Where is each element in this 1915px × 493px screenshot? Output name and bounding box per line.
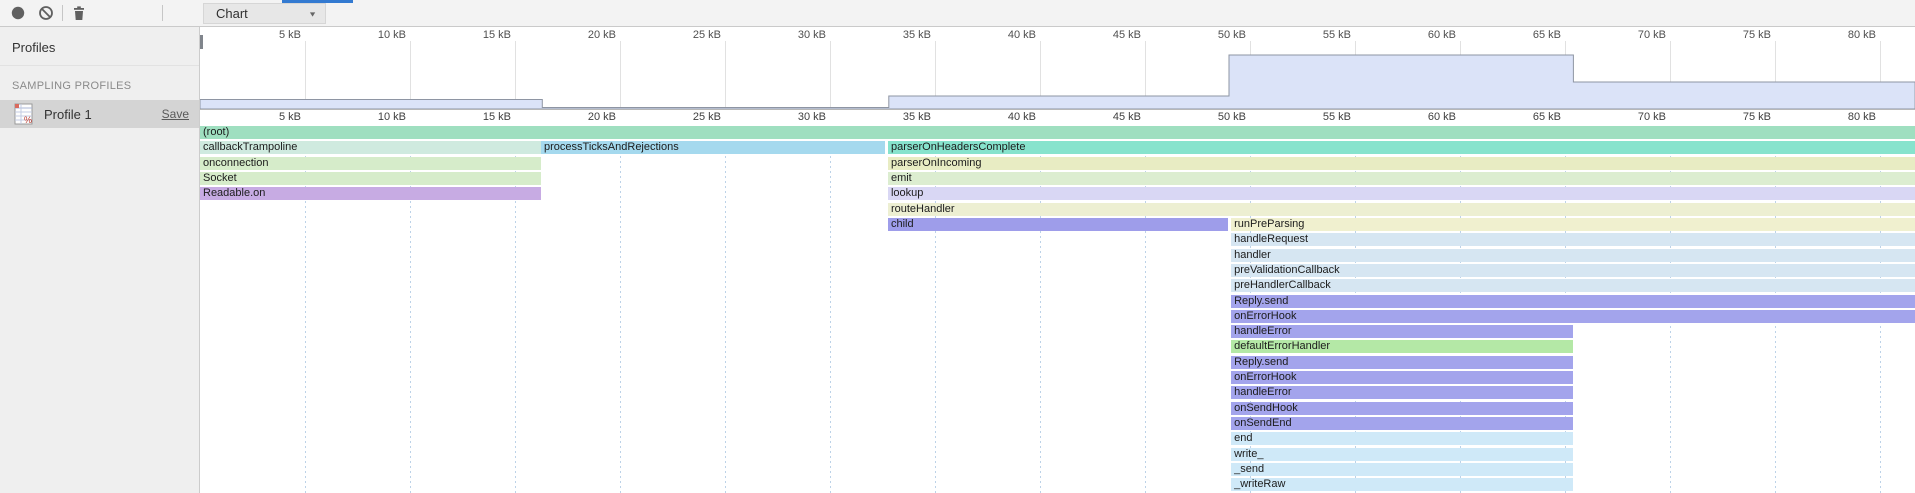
ruler-tick-label: 35 kB (903, 29, 931, 41)
clear-button[interactable] (32, 0, 60, 26)
ruler-tick-label: 15 kB (483, 111, 511, 123)
flame-bar-writeraw[interactable]: _writeRaw (1231, 478, 1573, 491)
ruler-tick-label: 25 kB (693, 29, 721, 41)
ruler-tick-label: 55 kB (1323, 29, 1351, 41)
flame-bar-handler[interactable]: handler (1231, 249, 1915, 262)
chevron-down-icon: ▼ (308, 10, 317, 18)
chart-pane: 5 kB 10 kB 15 kB 20 kB 25 kB 30 kB 35 kB 40 kB 4… (200, 27, 1915, 493)
flame-bar-callbacktrampoline[interactable]: callbackTrampoline (200, 141, 541, 154)
flame-bar-onerrorhook[interactable]: onErrorHook (1231, 310, 1915, 323)
flame-bar-prehandlercallback[interactable]: preHandlerCallback (1231, 279, 1915, 292)
ruler-tick-label: 10 kB (378, 111, 406, 123)
toolbar-separator (162, 5, 163, 21)
flame-bar-parseronincoming[interactable]: parserOnIncoming (888, 157, 1915, 170)
flame-bar-runpreparsing[interactable]: runPreParsing (1231, 218, 1915, 231)
flame-bar-send[interactable]: _send (1231, 463, 1573, 476)
profile-name: Profile 1 (44, 107, 162, 122)
sidebar-item-profile-1[interactable]: % Profile 1 Save (0, 100, 199, 128)
ruler-tick-label: 75 kB (1743, 29, 1771, 41)
flame-bar-prevalidationcallback[interactable]: preValidationCallback (1231, 264, 1915, 277)
ruler-tick-label: 20 kB (588, 29, 616, 41)
ruler-tick-label: 70 kB (1638, 29, 1666, 41)
flame-bar-reply-send[interactable]: Reply.send (1231, 295, 1915, 308)
view-mode-value: Chart (216, 6, 308, 21)
toolbar: Chart ▼ (0, 0, 1915, 27)
ruler-tick-label: 15 kB (483, 29, 511, 41)
flame-bar-emit[interactable]: emit (888, 172, 1915, 185)
ruler-tick-label: 20 kB (588, 111, 616, 123)
flame-bar-child[interactable]: child (888, 218, 1228, 231)
flame-bar-socket[interactable]: Socket (200, 172, 541, 185)
record-icon (10, 5, 26, 21)
flame-ruler: 5 kB 10 kB 15 kB 20 kB 25 kB 30 kB 35 kB 40 kB 4… (200, 110, 1915, 126)
record-button[interactable] (4, 0, 32, 26)
gridline (620, 126, 621, 493)
flame-bar-routehandler[interactable]: routeHandler (888, 203, 1915, 216)
flame-bar-onerrorhook[interactable]: onErrorHook (1231, 371, 1573, 384)
flame-bar-lookup[interactable]: lookup (888, 187, 1915, 200)
trash-icon (71, 5, 87, 21)
flame-bar-root[interactable]: (root) (200, 126, 1915, 139)
ruler-tick-label: 45 kB (1113, 29, 1141, 41)
ruler-tick-label: 25 kB (693, 111, 721, 123)
gridline (830, 126, 831, 493)
ruler-tick-label: 40 kB (1008, 111, 1036, 123)
devtools-memory-profiler: Chart ▼ Profiles SAMPLING PROFILES % Pro… (0, 0, 1915, 493)
profiles-header: Profiles (0, 27, 199, 66)
ruler-tick-label: 30 kB (798, 111, 826, 123)
ruler-tick-label: 60 kB (1428, 29, 1456, 41)
flame-bar-handlerequest[interactable]: handleRequest (1231, 233, 1915, 246)
profile-icon: % (14, 103, 34, 125)
ruler-tick-label: 5 kB (279, 111, 301, 123)
flame-bar-handleerror[interactable]: handleError (1231, 386, 1573, 399)
ruler-tick-label: 35 kB (903, 111, 931, 123)
flame-bar-onsendhook[interactable]: onSendHook (1231, 402, 1573, 415)
flame-bar-parseronheaderscomplete[interactable]: parserOnHeadersComplete (888, 141, 1915, 154)
svg-text:%: % (24, 115, 32, 125)
allocation-overview[interactable]: 5 kB 10 kB 15 kB 20 kB 25 kB 30 kB 35 kB 40 kB 4… (200, 27, 1915, 109)
ruler-tick-label: 45 kB (1113, 111, 1141, 123)
flame-bar-onsendend[interactable]: onSendEnd (1231, 417, 1573, 430)
ruler-tick-label: 10 kB (378, 29, 406, 41)
flame-bar-end[interactable]: end (1231, 432, 1573, 445)
ruler-tick-label: 80 kB (1848, 111, 1876, 123)
sidebar: Profiles SAMPLING PROFILES % Profile 1 S… (0, 27, 200, 493)
no-entry-icon (38, 5, 54, 21)
ruler-tick-label: 60 kB (1428, 111, 1456, 123)
view-mode-select[interactable]: Chart ▼ (203, 3, 326, 24)
ruler-tick-label: 55 kB (1323, 111, 1351, 123)
flame-bar-write[interactable]: write_ (1231, 448, 1573, 461)
flame-bar-handleerror[interactable]: handleError (1231, 325, 1573, 338)
ruler-tick-label: 40 kB (1008, 29, 1036, 41)
flame-bar-processticksandrejections[interactable]: processTicksAndRejections (541, 141, 885, 154)
flame-bar-defaulterrorhandler[interactable]: defaultErrorHandler (1231, 340, 1573, 353)
ruler-tick-label: 70 kB (1638, 111, 1666, 123)
ruler-tick-label: 5 kB (279, 29, 301, 41)
flame-bar-reply-send[interactable]: Reply.send (1231, 356, 1573, 369)
overview-drag-handle[interactable] (200, 35, 203, 49)
ruler-tick-label: 65 kB (1533, 29, 1561, 41)
sampling-profiles-label: SAMPLING PROFILES (0, 66, 199, 100)
ruler-tick-label: 80 kB (1848, 29, 1876, 41)
save-link[interactable]: Save (162, 107, 189, 121)
ruler-tick-label: 65 kB (1533, 111, 1561, 123)
flame-chart[interactable]: (root) callbackTrampolineprocessTicksAndR… (200, 126, 1915, 493)
ruler-tick-label: 50 kB (1218, 111, 1246, 123)
flame-bar-onconnection[interactable]: onconnection (200, 157, 541, 170)
delete-profile-button[interactable] (65, 0, 93, 26)
ruler-tick-label: 75 kB (1743, 111, 1771, 123)
flame-bar-readable-on[interactable]: Readable.on (200, 187, 541, 200)
ruler-tick-label: 30 kB (798, 29, 826, 41)
gridline (725, 126, 726, 493)
ruler-tick-label: 50 kB (1218, 29, 1246, 41)
toolbar-separator (62, 5, 63, 21)
